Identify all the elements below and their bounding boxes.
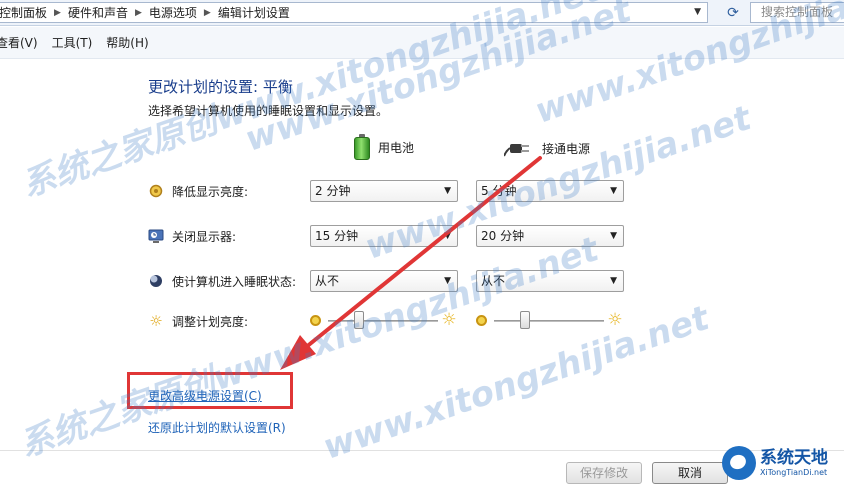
cancel-button[interactable]: 取消 <box>652 462 728 484</box>
logo-en-text: XiTongTianDi.net <box>760 467 828 477</box>
logo-mark-icon <box>722 446 756 480</box>
footer-divider <box>0 450 844 451</box>
save-changes-button[interactable]: 保存修改 <box>566 462 642 484</box>
logo-cn-text: 系统天地 <box>760 447 828 468</box>
site-logo: 系统天地 XiTongTianDi.net <box>722 440 844 486</box>
annotation-arrow-icon <box>280 156 542 370</box>
